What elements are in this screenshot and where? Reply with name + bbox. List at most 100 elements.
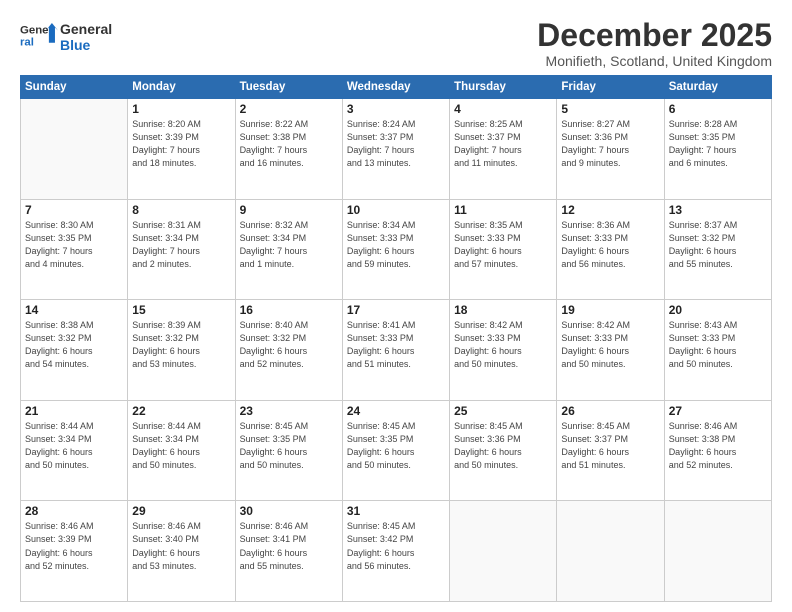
cell-content: Sunrise: 8:36 AM Sunset: 3:33 PM Dayligh… bbox=[561, 219, 659, 271]
cell-content: Sunrise: 8:30 AM Sunset: 3:35 PM Dayligh… bbox=[25, 219, 123, 271]
cell-w2-d6: 12 Sunrise: 8:36 AM Sunset: 3:33 PM Dayli… bbox=[557, 199, 664, 300]
day-number: 11 bbox=[454, 203, 552, 217]
header-day-tuesday: Tuesday bbox=[235, 76, 342, 99]
svg-text:ral: ral bbox=[20, 37, 34, 49]
week-row-4: 21 Sunrise: 8:44 AM Sunset: 3:34 PM Dayli… bbox=[21, 400, 772, 501]
cell-content: Sunrise: 8:46 AM Sunset: 3:40 PM Dayligh… bbox=[132, 520, 230, 572]
cell-content: Sunrise: 8:46 AM Sunset: 3:39 PM Dayligh… bbox=[25, 520, 123, 572]
calendar-header-row: SundayMondayTuesdayWednesdayThursdayFrid… bbox=[21, 76, 772, 99]
header-day-friday: Friday bbox=[557, 76, 664, 99]
cell-w4-d5: 25Sunrise: 8:45 AM Sunset: 3:36 PM Dayli… bbox=[450, 400, 557, 501]
day-number: 4 bbox=[454, 102, 552, 116]
cell-content: Sunrise: 8:20 AM Sunset: 3:39 PM Dayligh… bbox=[132, 118, 230, 170]
header-day-sunday: Sunday bbox=[21, 76, 128, 99]
day-number: 30 bbox=[240, 504, 338, 518]
week-row-5: 28Sunrise: 8:46 AM Sunset: 3:39 PM Dayli… bbox=[21, 501, 772, 602]
day-number: 17 bbox=[347, 303, 445, 317]
day-number: 10 bbox=[347, 203, 445, 217]
cell-w3-d7: 20Sunrise: 8:43 AM Sunset: 3:33 PM Dayli… bbox=[664, 300, 771, 401]
cell-content: Sunrise: 8:37 AM Sunset: 3:32 PM Dayligh… bbox=[669, 219, 767, 271]
day-number: 6 bbox=[669, 102, 767, 116]
cell-w4-d3: 23Sunrise: 8:45 AM Sunset: 3:35 PM Dayli… bbox=[235, 400, 342, 501]
cell-w1-d6: 5Sunrise: 8:27 AM Sunset: 3:36 PM Daylig… bbox=[557, 99, 664, 200]
week-row-2: 7 Sunrise: 8:30 AM Sunset: 3:35 PM Daylig… bbox=[21, 199, 772, 300]
cell-content: Sunrise: 8:31 AM Sunset: 3:34 PM Dayligh… bbox=[132, 219, 230, 271]
day-number: 29 bbox=[132, 504, 230, 518]
cell-w5-d5 bbox=[450, 501, 557, 602]
week-row-3: 14Sunrise: 8:38 AM Sunset: 3:32 PM Dayli… bbox=[21, 300, 772, 401]
cell-content: Sunrise: 8:39 AM Sunset: 3:32 PM Dayligh… bbox=[132, 319, 230, 371]
day-number: 3 bbox=[347, 102, 445, 116]
cell-w2-d7: 13 Sunrise: 8:37 AM Sunset: 3:32 PM Dayli… bbox=[664, 199, 771, 300]
logo-text-general: General bbox=[60, 21, 112, 37]
day-number: 2 bbox=[240, 102, 338, 116]
cell-w5-d7 bbox=[664, 501, 771, 602]
cell-content: Sunrise: 8:45 AM Sunset: 3:42 PM Dayligh… bbox=[347, 520, 445, 572]
cell-content: Sunrise: 8:41 AM Sunset: 3:33 PM Dayligh… bbox=[347, 319, 445, 371]
cell-content: Sunrise: 8:34 AM Sunset: 3:33 PM Dayligh… bbox=[347, 219, 445, 271]
cell-content: Sunrise: 8:44 AM Sunset: 3:34 PM Dayligh… bbox=[25, 420, 123, 472]
header-day-wednesday: Wednesday bbox=[342, 76, 449, 99]
header: Gene ral General Blue December 2025 Moni… bbox=[20, 18, 772, 69]
logo-text-blue: Blue bbox=[60, 37, 112, 53]
cell-w5-d1: 28Sunrise: 8:46 AM Sunset: 3:39 PM Dayli… bbox=[21, 501, 128, 602]
cell-w4-d6: 26Sunrise: 8:45 AM Sunset: 3:37 PM Dayli… bbox=[557, 400, 664, 501]
cell-w3-d3: 16Sunrise: 8:40 AM Sunset: 3:32 PM Dayli… bbox=[235, 300, 342, 401]
cell-w1-d5: 4Sunrise: 8:25 AM Sunset: 3:37 PM Daylig… bbox=[450, 99, 557, 200]
day-number: 19 bbox=[561, 303, 659, 317]
cell-w1-d4: 3 Sunrise: 8:24 AM Sunset: 3:37 PM Daylig… bbox=[342, 99, 449, 200]
cell-w3-d1: 14Sunrise: 8:38 AM Sunset: 3:32 PM Dayli… bbox=[21, 300, 128, 401]
cell-content: Sunrise: 8:28 AM Sunset: 3:35 PM Dayligh… bbox=[669, 118, 767, 170]
cell-content: Sunrise: 8:45 AM Sunset: 3:37 PM Dayligh… bbox=[561, 420, 659, 472]
cell-content: Sunrise: 8:24 AM Sunset: 3:37 PM Dayligh… bbox=[347, 118, 445, 170]
cell-w5-d6 bbox=[557, 501, 664, 602]
cell-w2-d4: 10 Sunrise: 8:34 AM Sunset: 3:33 PM Dayli… bbox=[342, 199, 449, 300]
day-number: 15 bbox=[132, 303, 230, 317]
cell-w1-d1 bbox=[21, 99, 128, 200]
cell-content: Sunrise: 8:46 AM Sunset: 3:38 PM Dayligh… bbox=[669, 420, 767, 472]
header-day-thursday: Thursday bbox=[450, 76, 557, 99]
cell-w1-d3: 2 Sunrise: 8:22 AM Sunset: 3:38 PM Daylig… bbox=[235, 99, 342, 200]
cell-w4-d2: 22Sunrise: 8:44 AM Sunset: 3:34 PM Dayli… bbox=[128, 400, 235, 501]
cell-w2-d5: 11 Sunrise: 8:35 AM Sunset: 3:33 PM Dayli… bbox=[450, 199, 557, 300]
title-section: December 2025 Monifieth, Scotland, Unite… bbox=[537, 18, 772, 69]
day-number: 8 bbox=[132, 203, 230, 217]
day-number: 9 bbox=[240, 203, 338, 217]
day-number: 31 bbox=[347, 504, 445, 518]
day-number: 5 bbox=[561, 102, 659, 116]
cell-w1-d2: 1 Sunrise: 8:20 AM Sunset: 3:39 PM Daylig… bbox=[128, 99, 235, 200]
day-number: 22 bbox=[132, 404, 230, 418]
day-number: 12 bbox=[561, 203, 659, 217]
cell-content: Sunrise: 8:42 AM Sunset: 3:33 PM Dayligh… bbox=[561, 319, 659, 371]
day-number: 7 bbox=[25, 203, 123, 217]
logo: Gene ral General Blue bbox=[20, 18, 112, 56]
day-number: 14 bbox=[25, 303, 123, 317]
cell-content: Sunrise: 8:46 AM Sunset: 3:41 PM Dayligh… bbox=[240, 520, 338, 572]
cell-content: Sunrise: 8:32 AM Sunset: 3:34 PM Dayligh… bbox=[240, 219, 338, 271]
header-day-monday: Monday bbox=[128, 76, 235, 99]
cell-w5-d4: 31 Sunrise: 8:45 AM Sunset: 3:42 PM Dayli… bbox=[342, 501, 449, 602]
calendar-table: SundayMondayTuesdayWednesdayThursdayFrid… bbox=[20, 75, 772, 602]
svg-text:Gene: Gene bbox=[20, 25, 49, 37]
cell-content: Sunrise: 8:22 AM Sunset: 3:38 PM Dayligh… bbox=[240, 118, 338, 170]
header-day-saturday: Saturday bbox=[664, 76, 771, 99]
cell-content: Sunrise: 8:45 AM Sunset: 3:35 PM Dayligh… bbox=[240, 420, 338, 472]
cell-content: Sunrise: 8:35 AM Sunset: 3:33 PM Dayligh… bbox=[454, 219, 552, 271]
day-number: 13 bbox=[669, 203, 767, 217]
cell-w4-d4: 24 Sunrise: 8:45 AM Sunset: 3:35 PM Dayli… bbox=[342, 400, 449, 501]
cell-w2-d2: 8 Sunrise: 8:31 AM Sunset: 3:34 PM Daylig… bbox=[128, 199, 235, 300]
day-number: 1 bbox=[132, 102, 230, 116]
cell-w4-d7: 27Sunrise: 8:46 AM Sunset: 3:38 PM Dayli… bbox=[664, 400, 771, 501]
cell-w3-d2: 15 Sunrise: 8:39 AM Sunset: 3:32 PM Dayli… bbox=[128, 300, 235, 401]
cell-w5-d3: 30 Sunrise: 8:46 AM Sunset: 3:41 PM Dayli… bbox=[235, 501, 342, 602]
day-number: 21 bbox=[25, 404, 123, 418]
location: Monifieth, Scotland, United Kingdom bbox=[537, 53, 772, 69]
cell-w3-d5: 18Sunrise: 8:42 AM Sunset: 3:33 PM Dayli… bbox=[450, 300, 557, 401]
page: Gene ral General Blue December 2025 Moni… bbox=[0, 0, 792, 612]
cell-w4-d1: 21 Sunrise: 8:44 AM Sunset: 3:34 PM Dayli… bbox=[21, 400, 128, 501]
cell-w2-d1: 7 Sunrise: 8:30 AM Sunset: 3:35 PM Daylig… bbox=[21, 199, 128, 300]
cell-content: Sunrise: 8:45 AM Sunset: 3:35 PM Dayligh… bbox=[347, 420, 445, 472]
day-number: 20 bbox=[669, 303, 767, 317]
day-number: 24 bbox=[347, 404, 445, 418]
cell-w3-d4: 17 Sunrise: 8:41 AM Sunset: 3:33 PM Dayli… bbox=[342, 300, 449, 401]
